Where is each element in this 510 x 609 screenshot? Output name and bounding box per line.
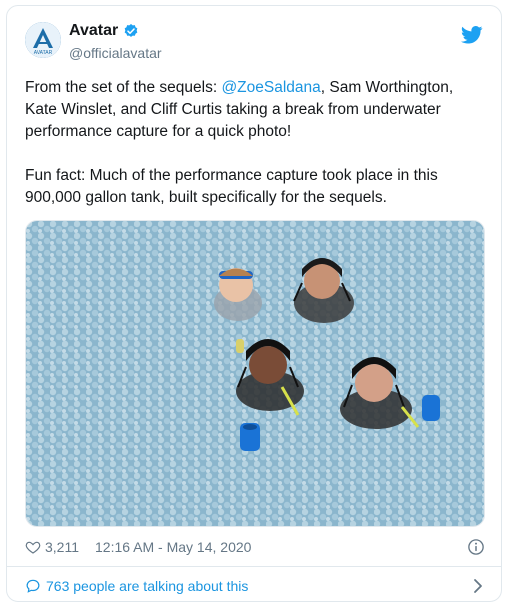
talking-about-label[interactable]: 763 people are talking about this	[46, 578, 248, 594]
verified-badge-icon	[124, 24, 138, 37]
underwater-tank-photo	[26, 221, 484, 526]
blue-float-right	[422, 395, 440, 421]
avatar[interactable]: AVATAR	[25, 22, 61, 58]
speech-bubble-icon	[26, 579, 40, 593]
timestamp[interactable]: 12:16 AM - May 14, 2020	[95, 539, 251, 555]
twitter-bird-icon[interactable]	[461, 26, 483, 44]
heart-icon[interactable]	[25, 539, 41, 555]
avatar-logo-icon: AVATAR	[25, 22, 61, 58]
avatar-wordmark: AVATAR	[34, 50, 53, 56]
info-icon[interactable]	[467, 538, 485, 556]
tweet-text-part1: From the set of the sequels:	[25, 79, 222, 96]
tweet-photo[interactable]	[25, 220, 485, 527]
author-name[interactable]: Avatar	[69, 22, 118, 40]
chevron-right-icon[interactable]	[471, 578, 485, 594]
like-count[interactable]: 3,211	[45, 539, 79, 555]
divider	[7, 566, 501, 567]
author-handle[interactable]: @officialavatar	[69, 45, 162, 61]
tweet-text-part2: , Sam Worthington, Kate Winslet, and Cli…	[25, 79, 454, 206]
author-name-row[interactable]: Avatar	[69, 22, 139, 40]
tweet-text: From the set of the sequels: @ZoeSaldana…	[25, 77, 487, 209]
tweet-meta: 3,211 12:16 AM - May 14, 2020	[25, 536, 485, 558]
talking-about-link[interactable]: 763 people are talking about this	[25, 575, 485, 597]
mention-link[interactable]: @ZoeSaldana	[221, 79, 320, 96]
tweet-card[interactable]: AVATAR Avatar @officialavatar From the s…	[6, 5, 502, 602]
